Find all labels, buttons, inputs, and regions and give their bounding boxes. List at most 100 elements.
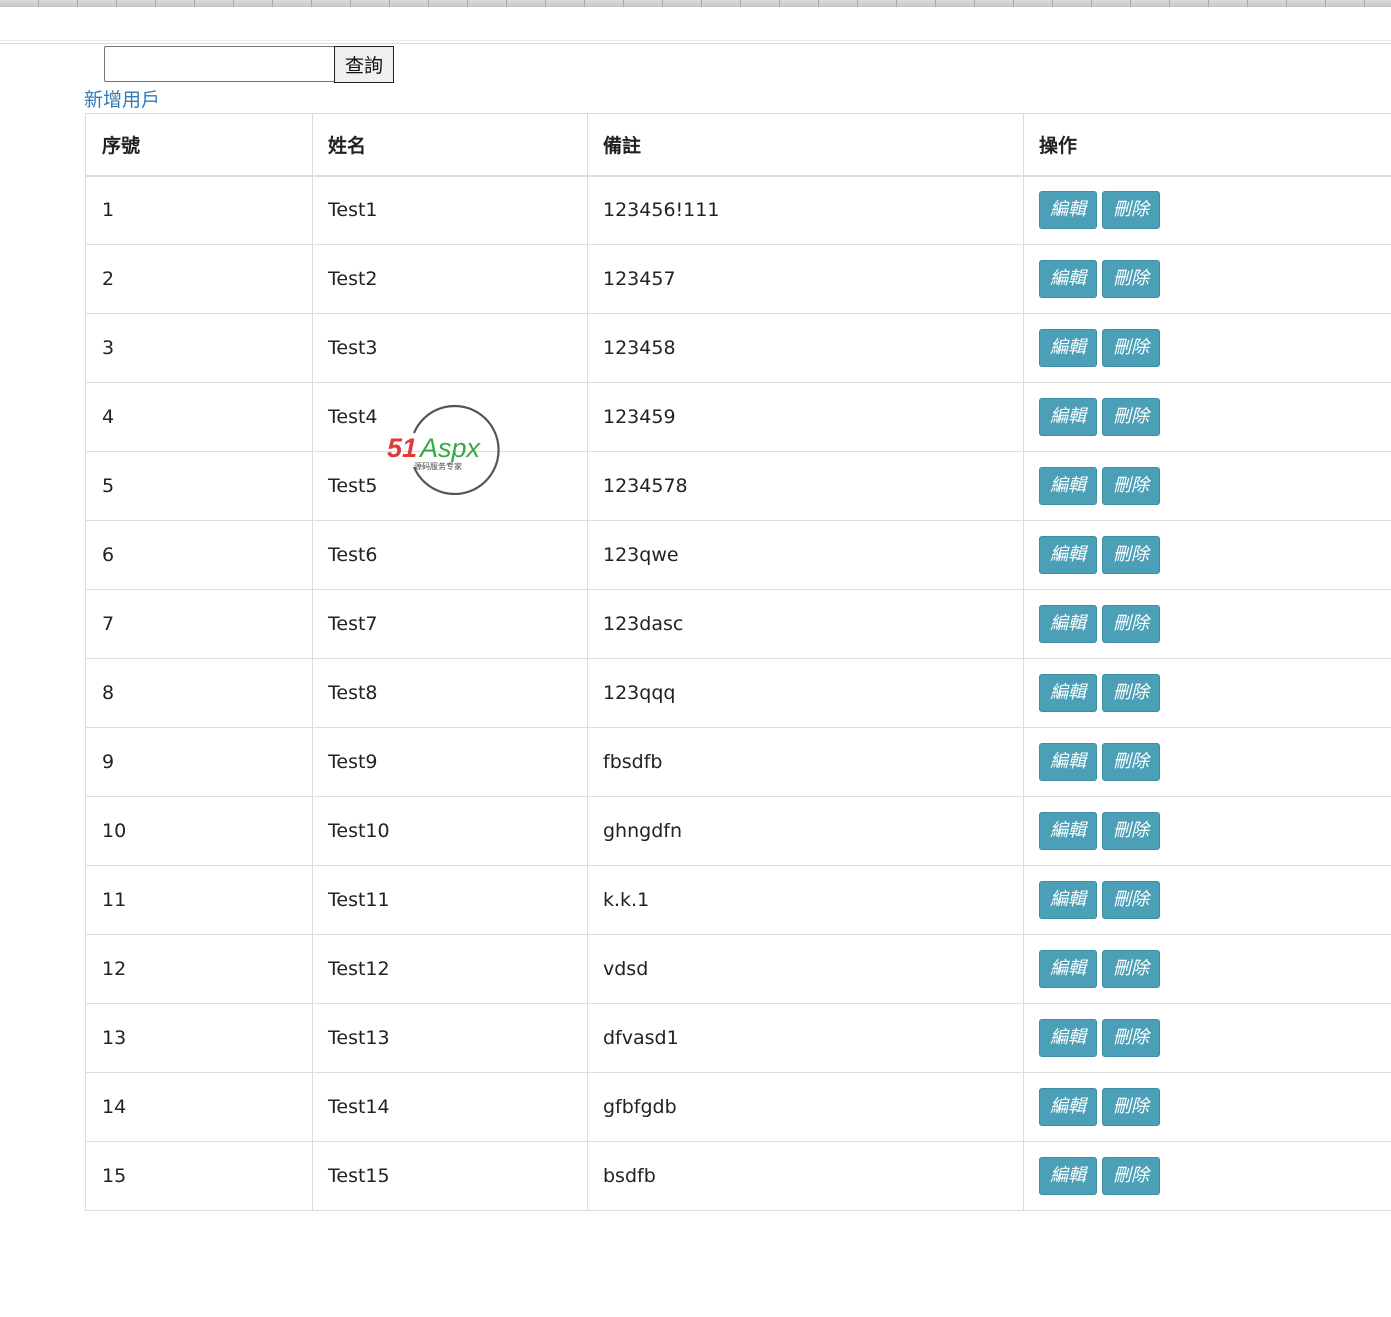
cell-name: Test12 xyxy=(312,934,588,1004)
delete-button[interactable]: 刪除 xyxy=(1102,398,1160,436)
cell-actions: 編輯 刪除 xyxy=(1023,658,1391,728)
table-row: 14 Test14 gfbfgdb 編輯 刪除 xyxy=(85,1072,1391,1142)
delete-button[interactable]: 刪除 xyxy=(1102,1157,1160,1195)
table-row: 2 Test2 123457 編輯 刪除 xyxy=(85,244,1391,314)
cell-actions: 編輯 刪除 xyxy=(1023,727,1391,797)
delete-button[interactable]: 刪除 xyxy=(1102,467,1160,505)
cell-name: Test8 xyxy=(312,658,588,728)
table-row: 6 Test6 123qwe 編輯 刪除 xyxy=(85,520,1391,590)
cell-actions: 編輯 刪除 xyxy=(1023,244,1391,314)
table-row: 3 Test3 123458 編輯 刪除 xyxy=(85,313,1391,383)
table-row: 12 Test12 vdsd 編輯 刪除 xyxy=(85,934,1391,1004)
top-ruler-ticks xyxy=(0,0,1391,7)
edit-button[interactable]: 編輯 xyxy=(1039,536,1097,574)
edit-button[interactable]: 編輯 xyxy=(1039,950,1097,988)
cell-remark: fbsdfb xyxy=(587,727,1024,797)
delete-button[interactable]: 刪除 xyxy=(1102,260,1160,298)
edit-button[interactable]: 編輯 xyxy=(1039,674,1097,712)
cell-remark: 123qqq xyxy=(587,658,1024,728)
cell-remark: 123459 xyxy=(587,382,1024,452)
cell-actions: 編輯 刪除 xyxy=(1023,589,1391,659)
edit-button[interactable]: 編輯 xyxy=(1039,329,1097,367)
edit-button[interactable]: 編輯 xyxy=(1039,191,1097,230)
table-row: 15 Test15 bsdfb 編輯 刪除 xyxy=(85,1141,1391,1211)
user-table: 序號 姓名 備註 操作 1 Test1 123456!111 編輯 刪除 2 Test2 12… xyxy=(85,113,1391,1211)
cell-remark: 123dasc xyxy=(587,589,1024,659)
cell-remark: k.k.1 xyxy=(587,865,1024,935)
cell-name: Test15 xyxy=(312,1141,588,1211)
cell-index: 8 xyxy=(85,658,313,728)
cell-remark: dfvasd1 xyxy=(587,1003,1024,1073)
delete-button[interactable]: 刪除 xyxy=(1102,1019,1160,1057)
edit-button[interactable]: 編輯 xyxy=(1039,260,1097,298)
cell-name: Test10 xyxy=(312,796,588,866)
table-row: 1 Test1 123456!111 編輯 刪除 xyxy=(85,175,1391,245)
watermark-brand-red: 51 xyxy=(387,433,417,463)
cell-actions: 編輯 刪除 xyxy=(1023,1141,1391,1211)
delete-button[interactable]: 刪除 xyxy=(1102,950,1160,988)
edit-button[interactable]: 編輯 xyxy=(1039,1088,1097,1126)
table-row: 8 Test8 123qqq 編輯 刪除 xyxy=(85,658,1391,728)
delete-button[interactable]: 刪除 xyxy=(1102,881,1160,919)
edit-button[interactable]: 編輯 xyxy=(1039,467,1097,505)
table-row: 10 Test10 ghngdfn 編輯 刪除 xyxy=(85,796,1391,866)
cell-actions: 編輯 刪除 xyxy=(1023,865,1391,935)
cell-index: 11 xyxy=(85,865,313,935)
edit-button[interactable]: 編輯 xyxy=(1039,881,1097,919)
table-row: 13 Test13 dfvasd1 編輯 刪除 xyxy=(85,1003,1391,1073)
edit-button[interactable]: 編輯 xyxy=(1039,1019,1097,1057)
delete-button[interactable]: 刪除 xyxy=(1102,536,1160,574)
cell-name: Test2 xyxy=(312,244,588,314)
cell-index: 9 xyxy=(85,727,313,797)
cell-remark: 123qwe xyxy=(587,520,1024,590)
edit-button[interactable]: 編輯 xyxy=(1039,812,1097,850)
cell-name: Test14 xyxy=(312,1072,588,1142)
search-button[interactable]: 查詢 xyxy=(334,46,394,83)
cell-remark: bsdfb xyxy=(587,1141,1024,1211)
cell-name: Test3 xyxy=(312,313,588,383)
cell-remark: gfbfgdb xyxy=(587,1072,1024,1142)
delete-button[interactable]: 刪除 xyxy=(1102,191,1160,230)
browser-top-strip xyxy=(0,0,1391,7)
cell-remark: 1234578 xyxy=(587,451,1024,521)
cell-index: 13 xyxy=(85,1003,313,1073)
cell-name: Test13 xyxy=(312,1003,588,1073)
column-header-index: 序號 xyxy=(85,113,313,177)
delete-button[interactable]: 刪除 xyxy=(1102,605,1160,643)
search-input[interactable] xyxy=(104,46,335,82)
column-header-remark: 備註 xyxy=(587,113,1024,177)
delete-button[interactable]: 刪除 xyxy=(1102,812,1160,850)
cell-index: 15 xyxy=(85,1141,313,1211)
cell-index: 14 xyxy=(85,1072,313,1142)
table-row: 4 Test4 123459 編輯 刪除 xyxy=(85,382,1391,452)
cell-index: 7 xyxy=(85,589,313,659)
cell-actions: 編輯 刪除 xyxy=(1023,520,1391,590)
delete-button[interactable]: 刪除 xyxy=(1102,329,1160,367)
cell-name: Test11 xyxy=(312,865,588,935)
delete-button[interactable]: 刪除 xyxy=(1102,743,1160,781)
table-row: 9 Test9 fbsdfb 編輯 刪除 xyxy=(85,727,1391,797)
cell-remark: 123457 xyxy=(587,244,1024,314)
cell-remark: ghngdfn xyxy=(587,796,1024,866)
header-divider-lower xyxy=(0,43,1391,44)
table-row: 7 Test7 123dasc 編輯 刪除 xyxy=(85,589,1391,659)
edit-button[interactable]: 編輯 xyxy=(1039,743,1097,781)
cell-index: 5 xyxy=(85,451,313,521)
edit-button[interactable]: 編輯 xyxy=(1039,1157,1097,1195)
delete-button[interactable]: 刪除 xyxy=(1102,1088,1160,1126)
add-user-link[interactable]: 新增用戶 xyxy=(84,87,160,113)
cell-actions: 編輯 刪除 xyxy=(1023,796,1391,866)
header-divider xyxy=(0,40,1391,41)
cell-name: Test1 xyxy=(312,175,588,245)
cell-name: Test9 xyxy=(312,727,588,797)
edit-button[interactable]: 編輯 xyxy=(1039,398,1097,436)
cell-actions: 編輯 刪除 xyxy=(1023,1072,1391,1142)
cell-name: Test6 xyxy=(312,520,588,590)
column-header-name: 姓名 xyxy=(312,113,588,177)
cell-actions: 編輯 刪除 xyxy=(1023,1003,1391,1073)
cell-index: 1 xyxy=(85,175,313,245)
delete-button[interactable]: 刪除 xyxy=(1102,674,1160,712)
cell-index: 2 xyxy=(85,244,313,314)
edit-button[interactable]: 編輯 xyxy=(1039,605,1097,643)
table-header-row: 序號 姓名 備註 操作 xyxy=(85,113,1391,177)
